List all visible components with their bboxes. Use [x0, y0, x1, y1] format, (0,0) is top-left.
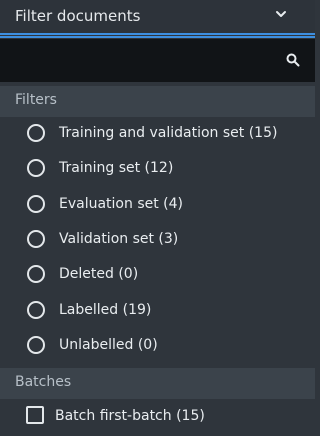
- search-icon[interactable]: [286, 53, 300, 67]
- filter-option-label: Deleted (0): [59, 266, 139, 282]
- checkbox-icon[interactable]: [26, 406, 44, 424]
- filter-option-label: Unlabelled (0): [59, 337, 158, 353]
- radio-icon[interactable]: [27, 336, 45, 354]
- radio-icon[interactable]: [27, 230, 45, 248]
- filter-option-label: Evaluation set (4): [59, 196, 183, 212]
- filter-option-deleted[interactable]: Deleted (0): [0, 259, 315, 294]
- radio-icon[interactable]: [27, 301, 45, 319]
- filter-dropdown[interactable]: Filter documents: [0, 0, 315, 33]
- radio-icon[interactable]: [27, 124, 45, 142]
- divider-bottom: [0, 36, 315, 38]
- filter-option-label: Training set (12): [59, 160, 174, 176]
- filter-option-evaluation[interactable]: Evaluation set (4): [0, 189, 315, 224]
- divider-top: [0, 33, 315, 35]
- filter-option-label: Training and validation set (15): [59, 125, 278, 141]
- filter-dropdown-label: Filter documents: [15, 7, 141, 25]
- filter-option-label: Labelled (19): [59, 302, 152, 318]
- filter-option-label: Validation set (3): [59, 231, 179, 247]
- radio-icon[interactable]: [27, 159, 45, 177]
- filter-option-training[interactable]: Training set (12): [0, 153, 315, 188]
- filter-option-training-and-validation[interactable]: Training and validation set (15): [0, 118, 315, 153]
- radio-icon[interactable]: [27, 195, 45, 213]
- filters-section-header: Filters: [0, 86, 315, 117]
- search-input[interactable]: [0, 39, 315, 82]
- radio-icon[interactable]: [27, 265, 45, 283]
- filter-option-validation[interactable]: Validation set (3): [0, 224, 315, 259]
- batch-option-label: Batch first-batch (15): [55, 408, 205, 424]
- filters-header-label: Filters: [15, 92, 57, 108]
- filter-option-labelled[interactable]: Labelled (19): [0, 295, 315, 330]
- batches-header-label: Batches: [15, 374, 72, 390]
- filter-option-unlabelled[interactable]: Unlabelled (0): [0, 330, 315, 365]
- batch-option-first-batch[interactable]: Batch first-batch (15): [0, 401, 315, 436]
- batches-section-header: Batches: [0, 368, 315, 399]
- chevron-down-icon[interactable]: [274, 7, 288, 21]
